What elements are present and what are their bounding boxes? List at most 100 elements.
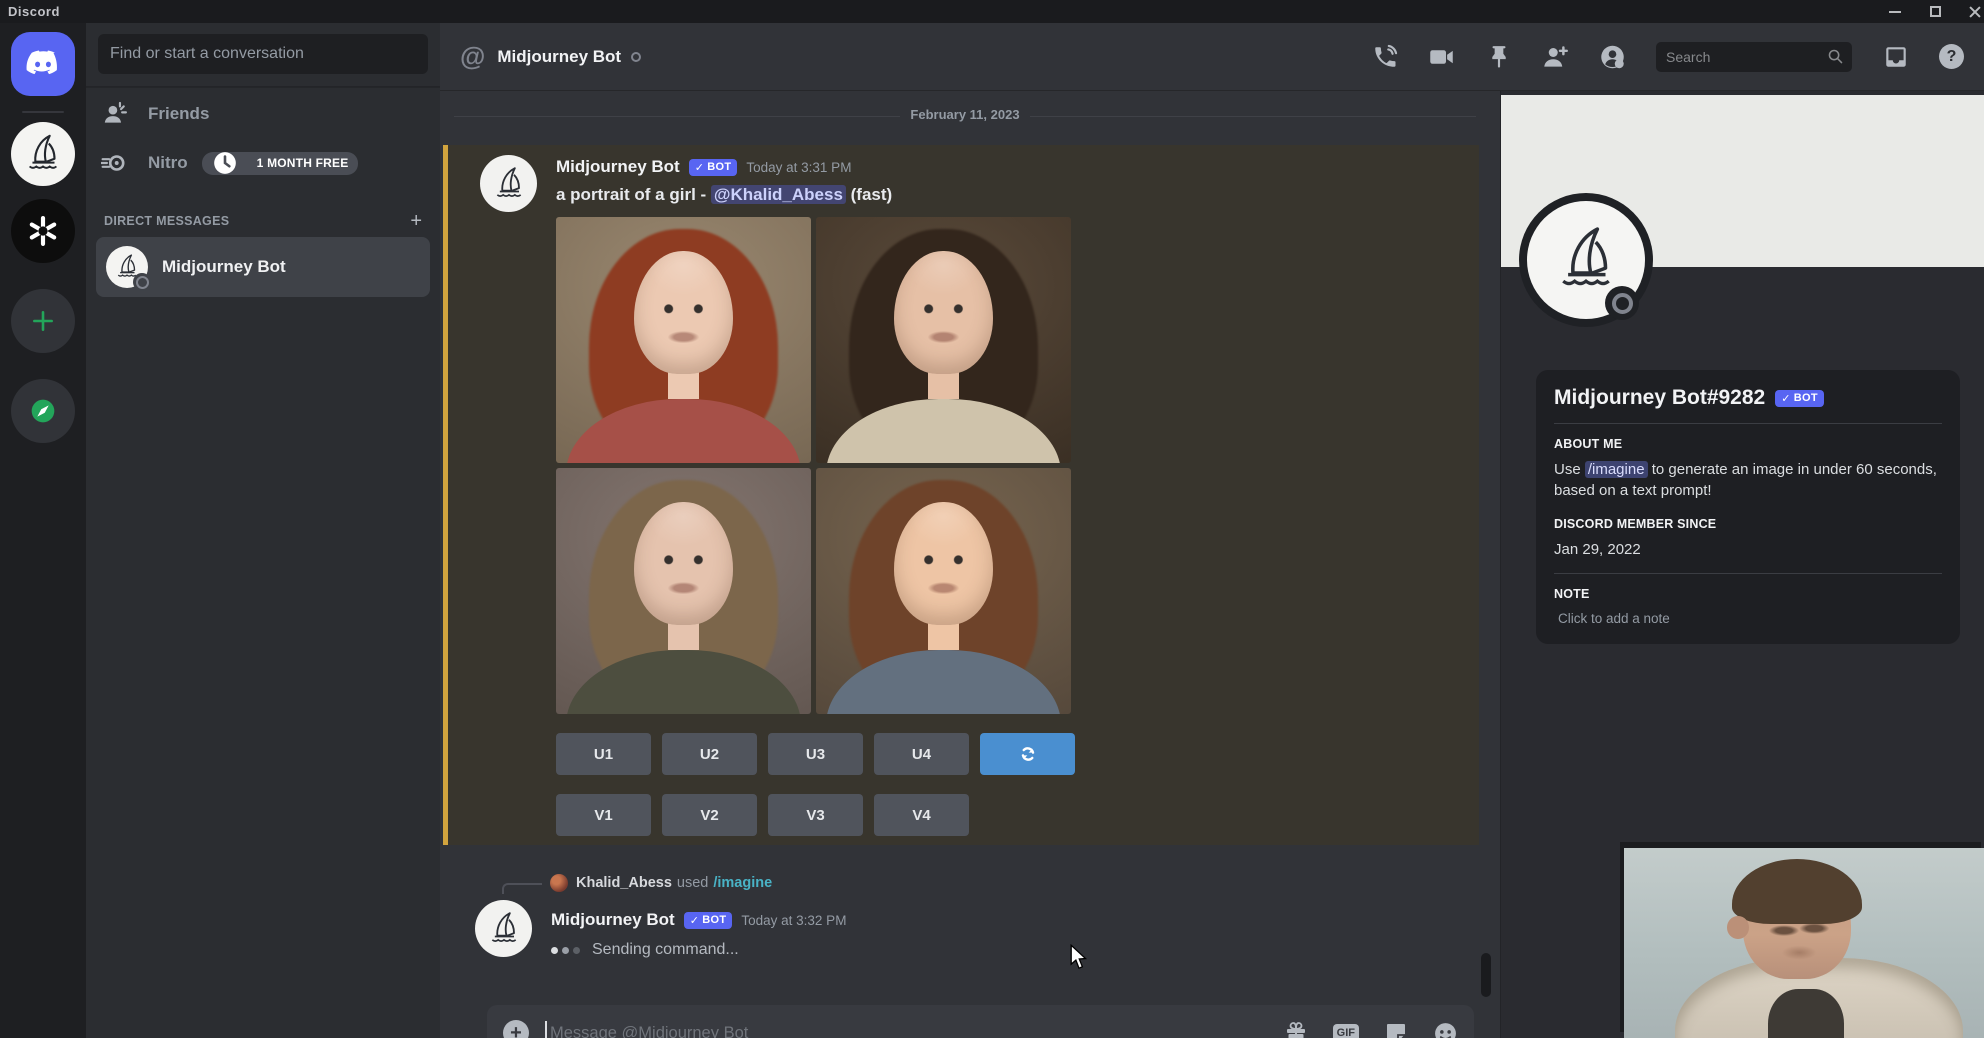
chat-messages-area: February 11, 2023 Midjourney Bot ✓ BOT T… (440, 91, 1500, 1038)
sailboat-icon (20, 131, 66, 177)
toolbar-search-input[interactable]: Search (1656, 42, 1852, 72)
sending-status: Sending command... (551, 941, 1479, 959)
webcam-person-hair (1732, 859, 1862, 924)
gift-button[interactable] (1284, 1021, 1308, 1038)
generated-portrait-4[interactable] (816, 468, 1071, 714)
profile-panel: Midjourney Bot#9282 ✓ BOT ABOUT ME Use /… (1500, 91, 1984, 1038)
explore-servers-button[interactable] (11, 379, 75, 443)
message-avatar[interactable] (480, 155, 537, 212)
pinned-messages-button[interactable] (1485, 43, 1512, 70)
message-author[interactable]: Midjourney Bot (551, 910, 675, 930)
window-titlebar: Discord (0, 0, 1984, 23)
create-dm-button[interactable]: + (410, 211, 422, 231)
offline-status-badge (133, 273, 151, 291)
user-mention[interactable]: @Khalid_Abess (711, 185, 846, 204)
generated-image-grid[interactable] (556, 217, 1072, 714)
generated-portrait-3[interactable] (556, 468, 811, 714)
bot-badge: ✓ BOT (689, 159, 738, 176)
upscale-button-u4[interactable]: U4 (874, 733, 969, 775)
bot-badge-check: ✓ (695, 161, 705, 174)
midjourney-server-icon[interactable] (11, 122, 75, 186)
variation-button-v2[interactable]: V2 (662, 794, 757, 836)
attach-file-button[interactable]: + (503, 1020, 529, 1038)
channel-title: Midjourney Bot (497, 47, 621, 67)
slash-command-link[interactable]: /imagine (713, 875, 772, 891)
reply-spine (502, 883, 542, 894)
conversation-search-placeholder: Find or start a conversation (110, 45, 304, 63)
imagine-command-pill[interactable]: /imagine (1585, 461, 1648, 478)
message-midjourney-result: Midjourney Bot ✓ BOT Today at 3:31 PM a … (443, 145, 1479, 845)
rail-separator (22, 111, 64, 113)
upscale-button-u1[interactable]: U1 (556, 733, 651, 775)
discord-home-button[interactable] (11, 32, 75, 96)
profile-status-badge (1605, 286, 1639, 320)
reroll-button[interactable] (980, 733, 1075, 775)
channel-toolbar: @ Midjourney Bot (440, 23, 1984, 91)
maximize-button[interactable] (1928, 5, 1942, 19)
gif-picker-button[interactable]: GIF (1333, 1024, 1359, 1038)
generated-portrait-1[interactable] (556, 217, 811, 463)
add-friends-to-dm-button[interactable] (1542, 43, 1569, 70)
close-button[interactable] (1968, 5, 1982, 19)
minimize-button[interactable] (1888, 5, 1902, 19)
mouse-cursor (1068, 944, 1090, 975)
dm-name: Midjourney Bot (162, 257, 286, 277)
message-timestamp: Today at 3:31 PM (746, 160, 851, 175)
at-icon: @ (460, 41, 485, 72)
reply-author-avatar (550, 874, 568, 892)
webcam-person-collar (1768, 989, 1844, 1038)
variation-button-v4[interactable]: V4 (874, 794, 969, 836)
chat-scrollbar-thumb[interactable] (1481, 953, 1491, 997)
note-input[interactable]: Click to add a note (1554, 609, 1942, 626)
reply-author[interactable]: Khalid_Abess (576, 875, 672, 891)
openai-logo-icon (23, 211, 63, 251)
emoji-picker-button[interactable] (1433, 1021, 1458, 1038)
sticker-picker-button[interactable] (1384, 1021, 1408, 1038)
add-server-button[interactable] (11, 289, 75, 353)
video-call-button[interactable] (1428, 43, 1455, 70)
profile-card: Midjourney Bot#9282 ✓ BOT ABOUT ME Use /… (1536, 370, 1960, 644)
upscale-button-u2[interactable]: U2 (662, 733, 757, 775)
upscale-button-row: U1 U2 U3 U4 (556, 733, 1479, 775)
about-me-header: ABOUT ME (1554, 437, 1942, 451)
bot-badge: ✓ BOT (684, 912, 733, 929)
compass-icon (26, 394, 60, 428)
voice-call-button[interactable] (1371, 43, 1398, 70)
sailboat-icon (484, 909, 524, 949)
webcam-person-ear (1727, 916, 1749, 939)
window-title: Discord (8, 4, 60, 19)
conversation-search-input[interactable]: Find or start a conversation (98, 34, 428, 74)
sailboat-icon (489, 164, 529, 204)
message-sending-command: Midjourney Bot ✓ BOT Today at 3:32 PM Se… (443, 900, 1479, 1005)
dm-avatar (106, 246, 148, 288)
member-since-header: DISCORD MEMBER SINCE (1554, 517, 1942, 531)
nitro-offer-badge: 1 MONTH FREE (202, 152, 359, 175)
user-profile-icon[interactable] (1599, 43, 1626, 70)
channel-status-icon (631, 52, 641, 62)
bot-badge: ✓ BOT (1775, 390, 1824, 407)
upscale-button-u3[interactable]: U3 (768, 733, 863, 775)
sidebar-item-nitro[interactable]: Nitro 1 MONTH FREE (96, 141, 430, 185)
plus-icon (30, 308, 56, 334)
generated-portrait-2[interactable] (816, 217, 1071, 463)
message-avatar[interactable] (475, 900, 532, 957)
dm-item-midjourney-bot[interactable]: Midjourney Bot (96, 237, 430, 297)
webcam-overlay (1624, 848, 1984, 1038)
reply-context[interactable]: Khalid_Abess used /imagine (440, 872, 1500, 894)
variation-button-v1[interactable]: V1 (556, 794, 651, 836)
date-divider: February 11, 2023 (454, 116, 1476, 122)
about-me-text: Use /imagine to generate an image in und… (1554, 459, 1942, 501)
clock-icon (212, 150, 238, 176)
help-button[interactable]: ? (1939, 44, 1964, 69)
nitro-icon (108, 150, 134, 176)
sidebar-item-friends[interactable]: Friends (96, 92, 430, 136)
server-rail (0, 23, 86, 1038)
variation-button-v3[interactable]: V3 (768, 794, 863, 836)
loading-dot (562, 947, 569, 954)
message-author[interactable]: Midjourney Bot (556, 157, 680, 177)
divider (1554, 573, 1942, 574)
inbox-button[interactable] (1882, 43, 1909, 70)
message-input[interactable]: + Message @Midjourney Bot GIF (487, 1005, 1474, 1038)
note-header: NOTE (1554, 587, 1942, 601)
chatgpt-server-icon[interactable] (11, 199, 75, 263)
